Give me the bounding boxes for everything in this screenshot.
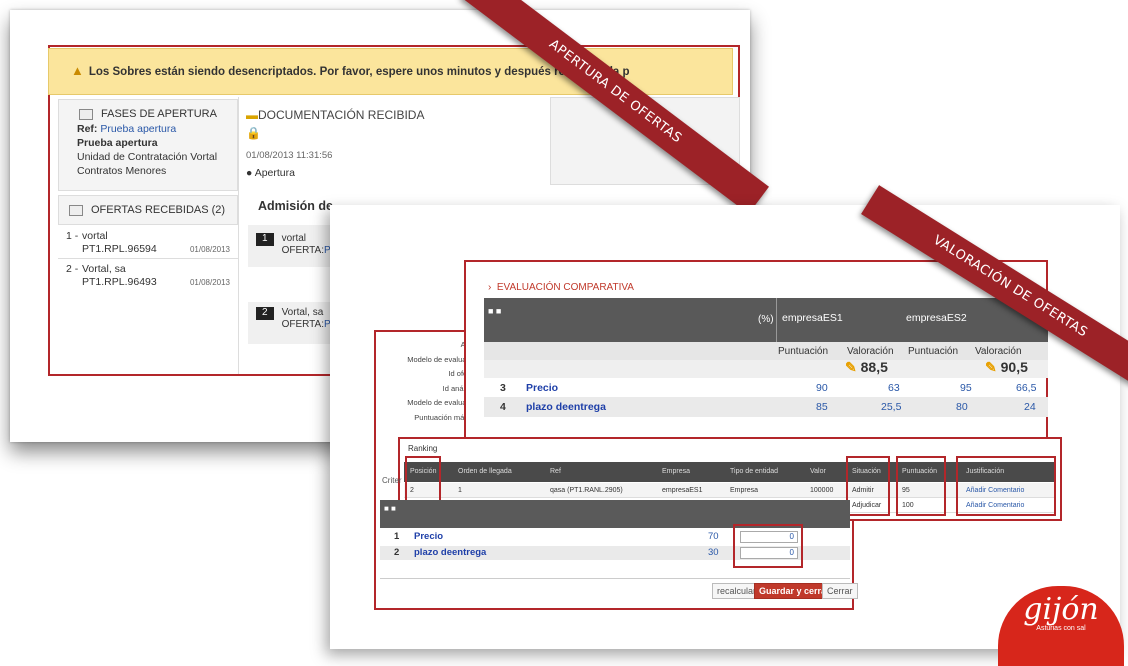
ranking-cell: 100000	[810, 487, 834, 494]
ranking-cell: 1	[458, 487, 462, 494]
pencil-icon: ✎	[845, 359, 857, 375]
ranking-header-cell: Empresa	[662, 468, 691, 475]
collapse-icons[interactable]: ■ ■	[384, 504, 396, 513]
apertura-radio[interactable]: ● Apertura	[246, 167, 295, 179]
folder-icon	[69, 204, 83, 216]
ranking-title: Ranking	[408, 444, 438, 453]
total-2: ✎ 90,5	[985, 359, 1028, 375]
ranking-header-cell: Ref	[550, 468, 561, 475]
folder-icon	[79, 108, 93, 120]
total-1: ✎ 88,5	[845, 359, 888, 375]
ranking-cell: qasa (PT1.RANL.2905)	[550, 487, 623, 494]
ranking-cell: Empresa	[730, 487, 759, 494]
ranking-header-cell: Valor	[810, 468, 826, 475]
divider	[238, 97, 239, 374]
oferta-row-2[interactable]: 2Vortal, saOFERTA:PT	[248, 302, 337, 344]
collapse-icons[interactable]: ■ ■	[488, 306, 501, 316]
list-item[interactable]: 1 - vortal PT1.RPL.96594 01/08/2013	[58, 228, 238, 258]
list-item[interactable]: 2 - Vortal, sa PT1.RPL.96493 01/08/2013	[58, 258, 238, 293]
ofertas-list: 1 - vortal PT1.RPL.96594 01/08/2013 2 - Vort…	[58, 228, 238, 293]
company2-header: empresaES2	[906, 312, 967, 324]
doc-title: ▬DOCUMENTACIÓN RECIBIDA	[246, 108, 425, 122]
ranking-header-cell: Orden de llegada	[458, 468, 512, 475]
criterio-input[interactable]: 0	[740, 531, 798, 543]
doc-datetime: 01/08/2013 11:31:56	[246, 150, 333, 161]
lock-icon: 🔒	[246, 126, 261, 140]
admision-title: Admisión de	[258, 199, 334, 213]
ranking-header-cell: Tipo de entidad	[730, 468, 778, 475]
warning-icon: ▲	[71, 63, 84, 78]
company1-header: empresaES1	[782, 312, 843, 324]
form-labels: AutoModelo de evaluacióId ofertaId análi…	[407, 340, 476, 436]
gijon-logo: gijón Asturias con sal	[998, 586, 1124, 666]
fases-panel: FASES DE APERTURA Ref: Prueba apertura P…	[58, 99, 238, 191]
ranking-cell: empresaES1	[662, 487, 703, 494]
pencil-icon: ✎	[985, 359, 997, 375]
criterio-input[interactable]: 0	[740, 547, 798, 559]
cerrar-button[interactable]: Cerrar	[822, 583, 858, 599]
oferta-row-1[interactable]: 1vortalOFERTA:PT	[248, 225, 337, 267]
ofertas-header: OFERTAS RECEBIDAS (2)	[58, 195, 238, 225]
ref-link[interactable]: Prueba apertura	[100, 123, 176, 135]
eval-title: › EVALUACIÓN COMPARATIVA	[488, 282, 634, 293]
